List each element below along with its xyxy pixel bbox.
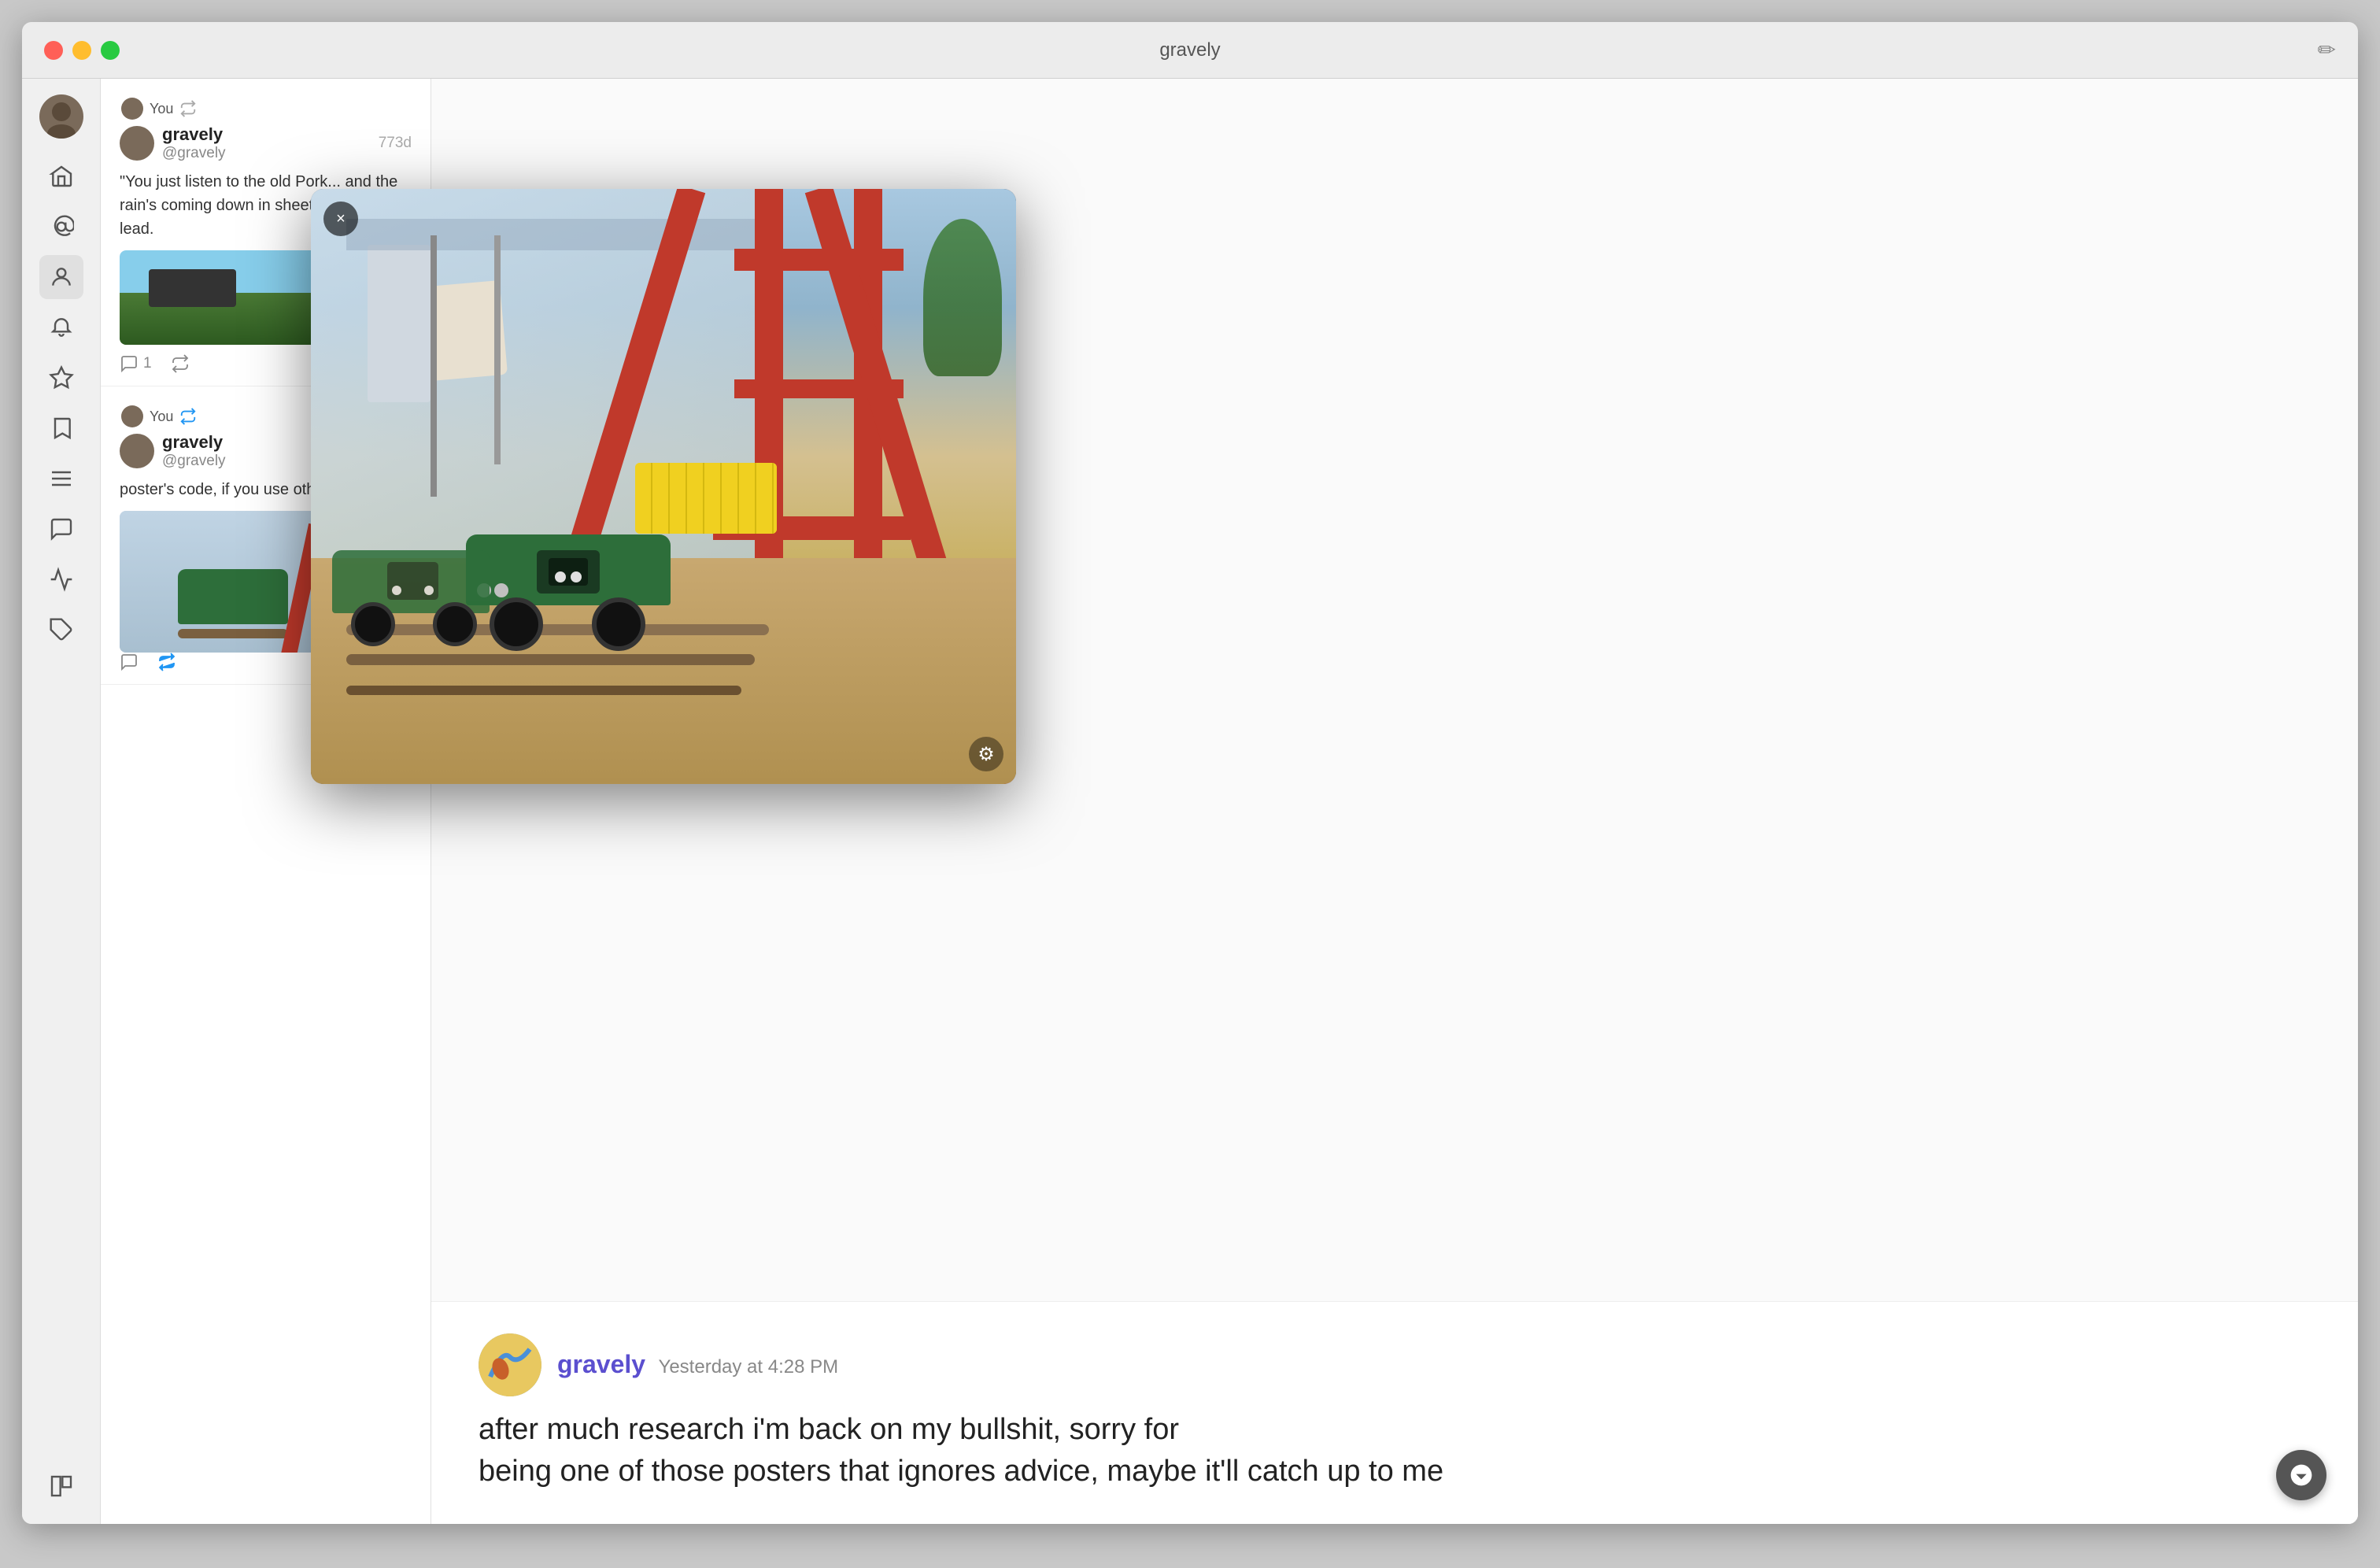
modal-close-button[interactable]: × [323,202,358,236]
bottom-post-meta: gravely Yesterday at 4:28 PM [557,1350,838,1379]
post-author: gravely [162,124,371,145]
sidebar-item-profile[interactable] [39,255,83,299]
yellow-container [635,463,777,534]
scroll-down-icon [2289,1463,2314,1488]
traffic-lights [44,41,120,60]
image-modal[interactable]: × ⚙ [311,189,1016,784]
maximize-button[interactable] [101,41,120,60]
comment-icon-2 [120,653,139,671]
comment-action[interactable]: 1 [120,354,152,373]
rail-3 [346,686,741,695]
post-avatar-2 [120,434,154,468]
post-timestamp: 773d [379,135,412,152]
bg-plant [923,219,1002,376]
boost-action[interactable] [171,354,190,373]
you-badge-avatar-2 [121,405,143,427]
boost-icon-2 [157,653,176,671]
comment-icon [120,354,139,373]
bottom-post-author: gravely [557,1350,645,1378]
comment-action-2[interactable] [120,653,139,671]
close-button[interactable] [44,41,63,60]
bottom-post: gravely Yesterday at 4:28 PM after much … [431,1301,2358,1524]
titlebar: gravely ✏ [22,22,2358,79]
sidebar-item-messages[interactable] [39,507,83,551]
you-badge-row: You [120,98,412,120]
boost-small-icon [179,100,197,117]
bottom-post-avatar [479,1333,541,1396]
image-modal-inner: × ⚙ [311,189,1016,784]
modal-settings-button[interactable]: ⚙ [969,737,1003,771]
sidebar-item-tags[interactable] [39,608,83,652]
sidebar-bottom [39,1464,83,1508]
sidebar-item-home[interactable] [39,154,83,198]
sidebar-item-panel[interactable] [39,1464,83,1508]
bottom-post-header: gravely Yesterday at 4:28 PM [479,1333,2311,1396]
you-badge-avatar [121,98,143,120]
close-icon: × [336,210,346,228]
rail-2 [346,654,756,665]
bottom-post-line2: being one of those posters that ignores … [479,1451,2311,1492]
post-handle: @gravely [162,145,371,162]
sidebar-item-notifications[interactable] [39,305,83,349]
bridge-bar-mid [734,379,904,398]
you-label: You [150,101,173,117]
window-title: gravely [1159,39,1220,61]
compose-icon[interactable]: ✏ [2318,37,2336,63]
bridge-bar-top [734,249,904,271]
sidebar-item-activity[interactable] [39,557,83,601]
user-avatar[interactable] [39,94,83,139]
post-avatar [120,126,154,161]
minimize-button[interactable] [72,41,91,60]
comment-count: 1 [143,355,152,372]
boost-small-icon-2 [179,408,197,425]
sidebar-item-explore[interactable] [39,356,83,400]
sidebar [22,79,101,1524]
post-header: gravely @gravely 773d [120,124,412,162]
settings-gear-icon: ⚙ [978,743,995,766]
you-label-2: You [150,409,173,425]
scroll-to-bottom-button[interactable] [2276,1450,2326,1500]
sidebar-item-bookmarks[interactable] [39,406,83,450]
boost-action-2[interactable] [157,653,176,671]
bottom-post-text: after much research i'm back on my bulls… [479,1409,2311,1492]
train-car-green-2 [332,550,505,629]
sidebar-item-lists[interactable] [39,457,83,501]
sidebar-item-mentions[interactable] [39,205,83,249]
post-meta: gravely @gravely [162,124,371,162]
boost-icon [171,354,190,373]
bottom-post-line1: after much research i'm back on my bulls… [479,1409,2311,1451]
bottom-post-time: Yesterday at 4:28 PM [659,1356,839,1378]
